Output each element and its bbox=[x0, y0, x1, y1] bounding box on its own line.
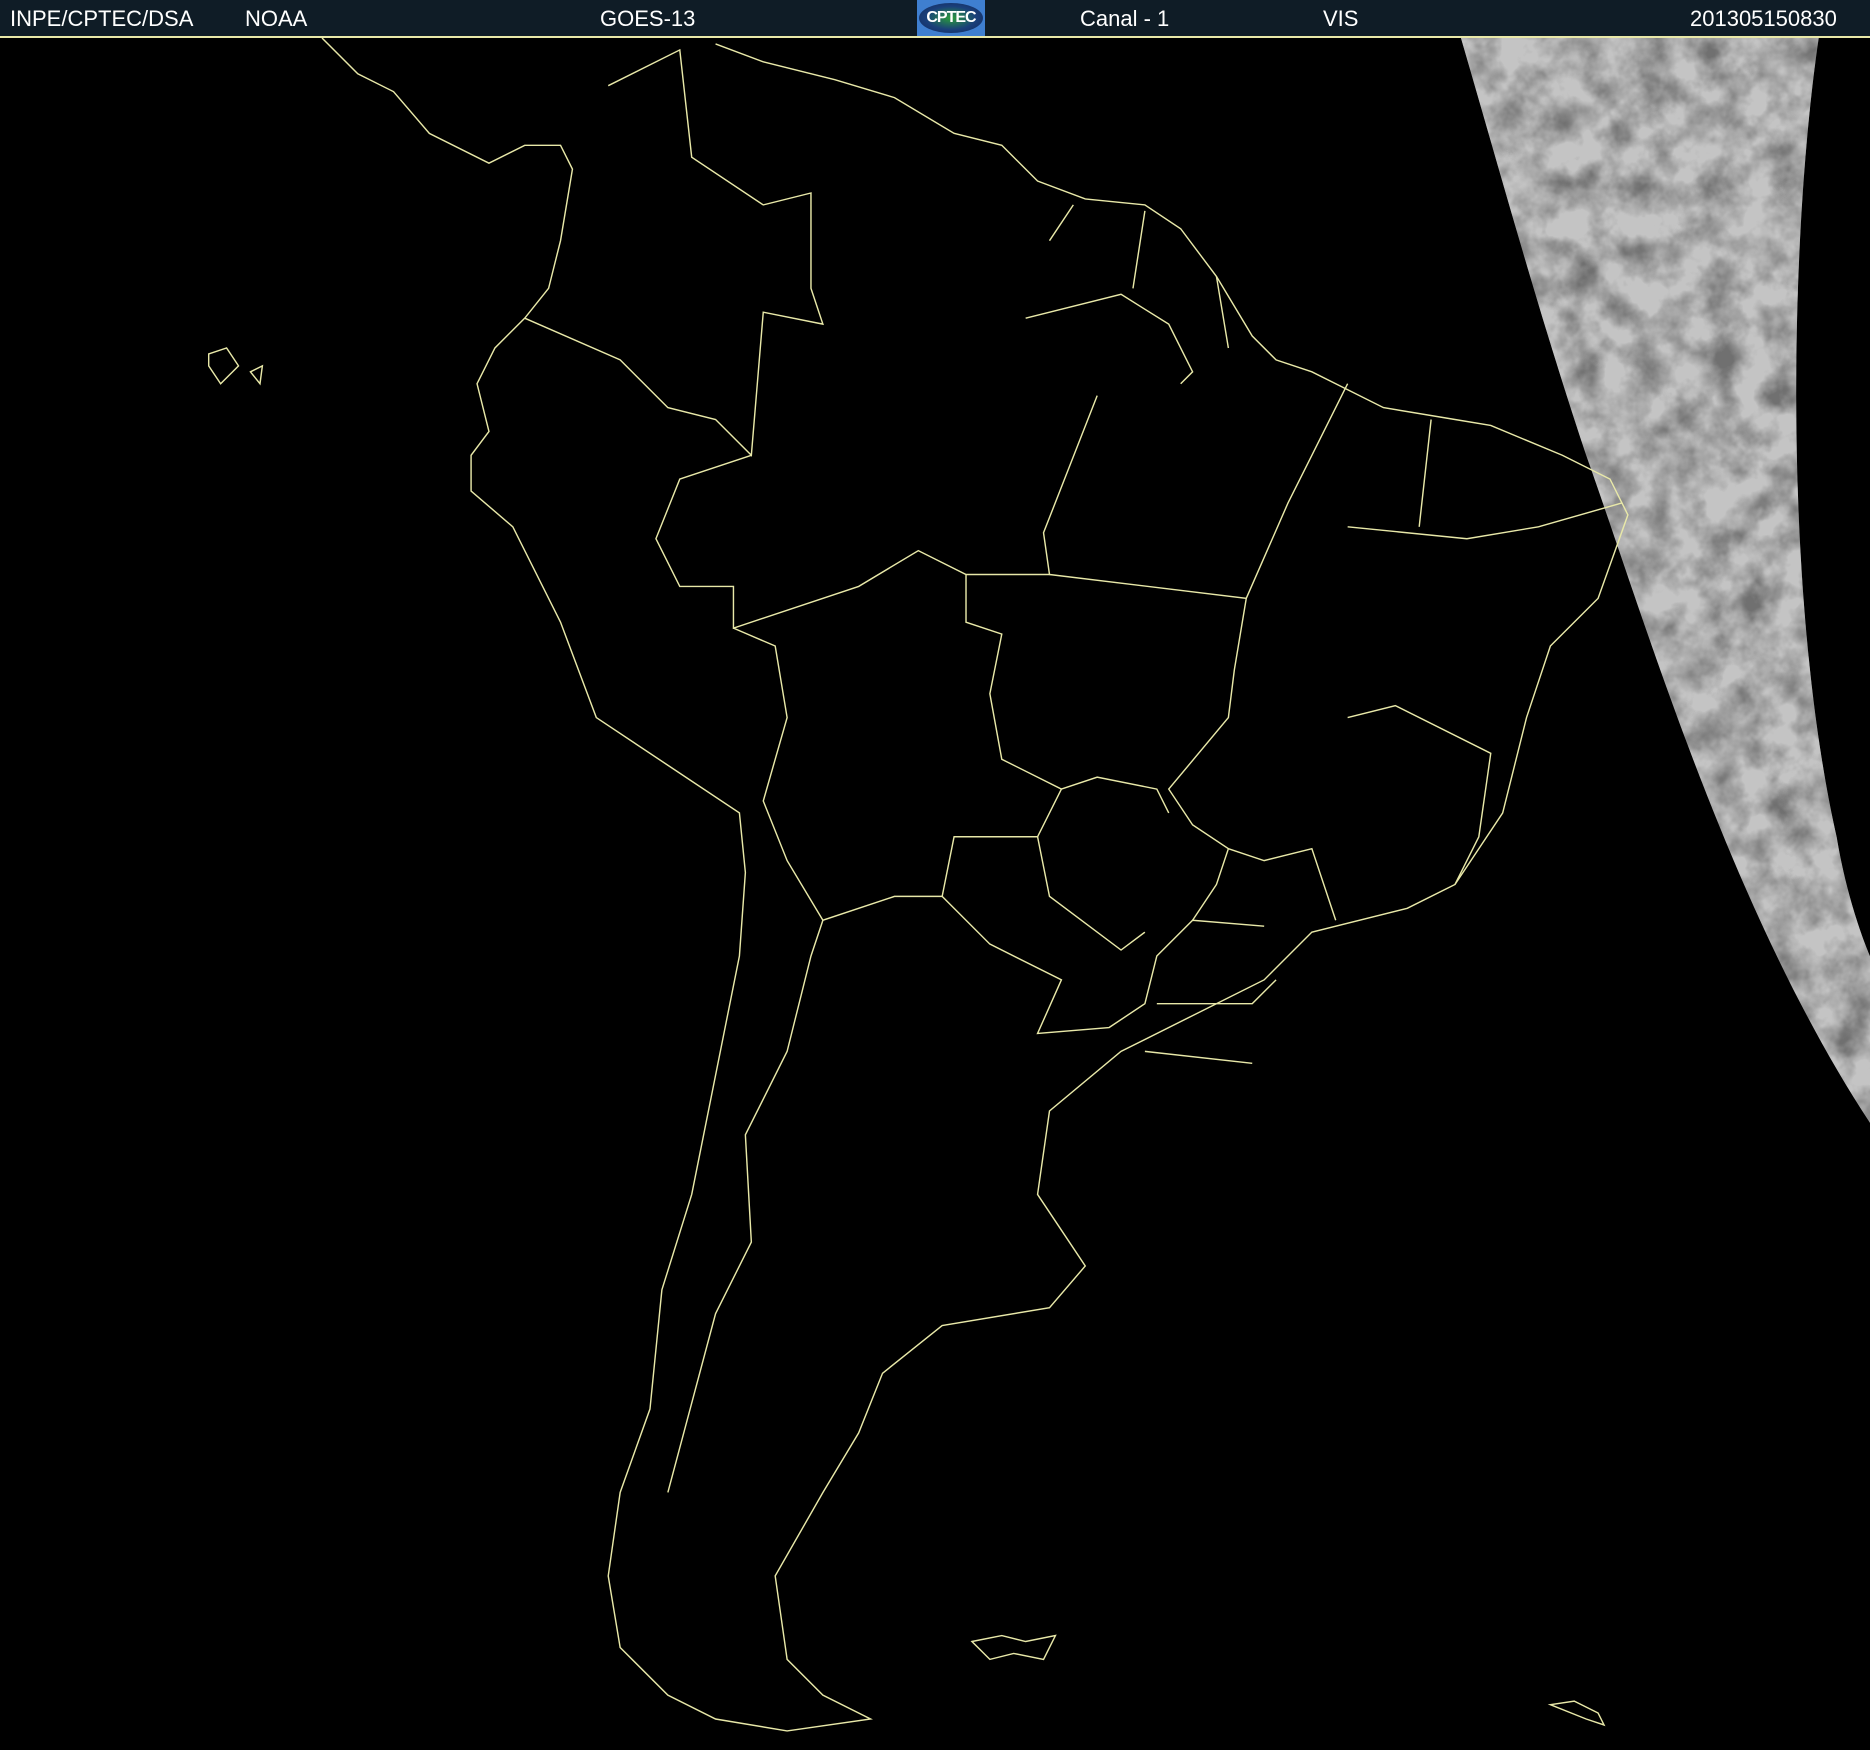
cptec-logo-emblem: CPTEC bbox=[919, 3, 983, 33]
timestamp-label: 201305150830 bbox=[1690, 6, 1837, 31]
border-paraguay-argentina bbox=[667, 895, 1265, 1493]
coastline bbox=[321, 38, 1629, 1732]
border-brazil-states bbox=[1036, 383, 1623, 1065]
band-label: VIS bbox=[1323, 6, 1359, 31]
border-colombia-venezuela bbox=[524, 48, 824, 457]
galapagos-islands bbox=[207, 347, 264, 386]
border-bolivia bbox=[733, 574, 1063, 922]
cloud-swath bbox=[1460, 38, 1870, 1123]
institution-label: INPE/CPTEC/DSA bbox=[10, 6, 194, 31]
satellite-map bbox=[207, 38, 1870, 1732]
satellite-label: GOES-13 bbox=[600, 6, 696, 31]
border-guianas bbox=[1025, 204, 1230, 385]
south-georgia bbox=[1547, 1700, 1606, 1727]
image-header-bar: INPE/CPTEC/DSA NOAA GOES-13 CPTEC Canal … bbox=[0, 0, 1870, 38]
agency-label: NOAA bbox=[245, 6, 308, 31]
falkland-islands bbox=[970, 1634, 1057, 1661]
border-peru-brazil bbox=[655, 395, 1098, 630]
boundary-lines bbox=[207, 38, 1629, 1732]
cptec-logo: CPTEC bbox=[917, 0, 985, 36]
channel-label: Canal - 1 bbox=[1080, 6, 1170, 31]
